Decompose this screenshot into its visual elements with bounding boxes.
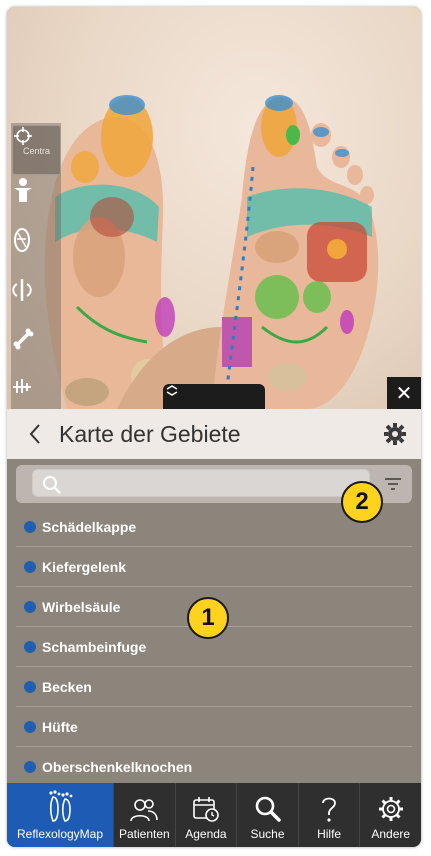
tab-label: Andere — [371, 827, 411, 841]
panel-settings-button[interactable] — [375, 409, 415, 459]
list-item[interactable]: Oberschenkelknochen — [16, 747, 412, 787]
app-frame: Centra ✕ Karte der Gebiete Schädelkappe … — [7, 7, 421, 847]
area-color-dot — [24, 640, 36, 653]
body-icon — [14, 178, 32, 202]
reflexology-feet-illustration[interactable] — [7, 7, 421, 409]
filter-icon — [385, 478, 401, 490]
list-item-label: Oberschenkelknochen — [42, 758, 193, 775]
area-color-dot — [24, 560, 36, 573]
people-icon — [130, 799, 159, 822]
tab-label: Patienten — [118, 827, 170, 841]
tool-bone[interactable] — [11, 327, 61, 375]
panel-drag-handle[interactable] — [163, 384, 265, 409]
tab-agenda[interactable]: Agenda — [176, 783, 238, 847]
panel-header: Karte der Gebiete — [7, 409, 421, 459]
tab-andere[interactable]: Andere — [360, 783, 421, 847]
list-item-label: Wirbelsäule — [42, 598, 121, 615]
foot-3d-viewer[interactable]: Centra ✕ — [7, 7, 421, 409]
tab-label: ReflexologyMap — [16, 827, 104, 841]
list-item-label: Schädelkappe — [42, 518, 137, 535]
question-icon — [322, 797, 337, 822]
bottom-tab-bar: ReflexologyMap Patienten Agenda Suche Hi… — [7, 783, 421, 847]
filter-button[interactable] — [380, 473, 406, 495]
list-item-label: Becken — [42, 678, 92, 695]
area-color-dot — [24, 600, 36, 613]
feet-icon — [49, 790, 73, 822]
crosshair-icon — [14, 127, 32, 145]
list-item-label: Hüfte — [42, 718, 78, 735]
search-input[interactable] — [32, 469, 370, 497]
back-button[interactable] — [15, 409, 55, 459]
area-color-dot — [24, 760, 36, 773]
tool-muscle[interactable] — [11, 227, 61, 275]
area-color-dot — [24, 680, 36, 693]
callout-badge-1: 1 — [187, 597, 229, 639]
list-item-label: Schambeinfuge — [42, 638, 147, 655]
nerve-icon — [12, 279, 32, 301]
close-icon: ✕ — [395, 382, 413, 405]
tool-skeleton[interactable] — [11, 377, 61, 409]
area-color-dot — [24, 720, 36, 733]
page-title: Karte der Gebiete — [59, 420, 241, 447]
tab-patienten[interactable]: Patienten — [114, 783, 176, 847]
close-button[interactable]: ✕ — [387, 377, 421, 409]
view-tools-rail: Centra — [11, 123, 61, 409]
tab-hilfe[interactable]: Hilfe — [299, 783, 361, 847]
bone-icon — [13, 328, 34, 350]
right-foot — [212, 95, 379, 409]
muscle-icon — [14, 228, 30, 252]
calendar-icon — [193, 797, 219, 822]
area-list: Schädelkappe Kiefergelenk Wirbelsäule Sc… — [16, 507, 412, 787]
tab-suche[interactable]: Suche — [237, 783, 299, 847]
area-color-dot — [24, 520, 36, 533]
tab-label: Suche — [250, 827, 285, 841]
list-item[interactable]: Kiefergelenk — [16, 547, 412, 587]
tool-nerve[interactable] — [11, 277, 61, 325]
list-item[interactable]: Hüfte — [16, 707, 412, 747]
tool-center[interactable]: Centra — [12, 125, 61, 175]
list-item[interactable]: Becken — [16, 667, 412, 707]
tab-reflexologymap[interactable]: ReflexologyMap — [7, 783, 115, 847]
callout-badge-2: 2 — [341, 481, 383, 523]
skeleton-icon — [13, 379, 31, 393]
search-icon — [255, 796, 281, 822]
list-item-label: Kiefergelenk — [42, 558, 127, 575]
tab-label: Agenda — [185, 827, 227, 841]
chevron-left-icon — [29, 424, 40, 444]
gear-icon — [378, 797, 403, 821]
tab-label: Hilfe — [317, 827, 342, 841]
tool-center-label: Centra — [22, 146, 50, 156]
gear-icon — [384, 423, 406, 445]
chevron-expand-icon — [166, 385, 178, 396]
search-icon — [43, 476, 61, 494]
tool-body[interactable] — [11, 177, 61, 225]
